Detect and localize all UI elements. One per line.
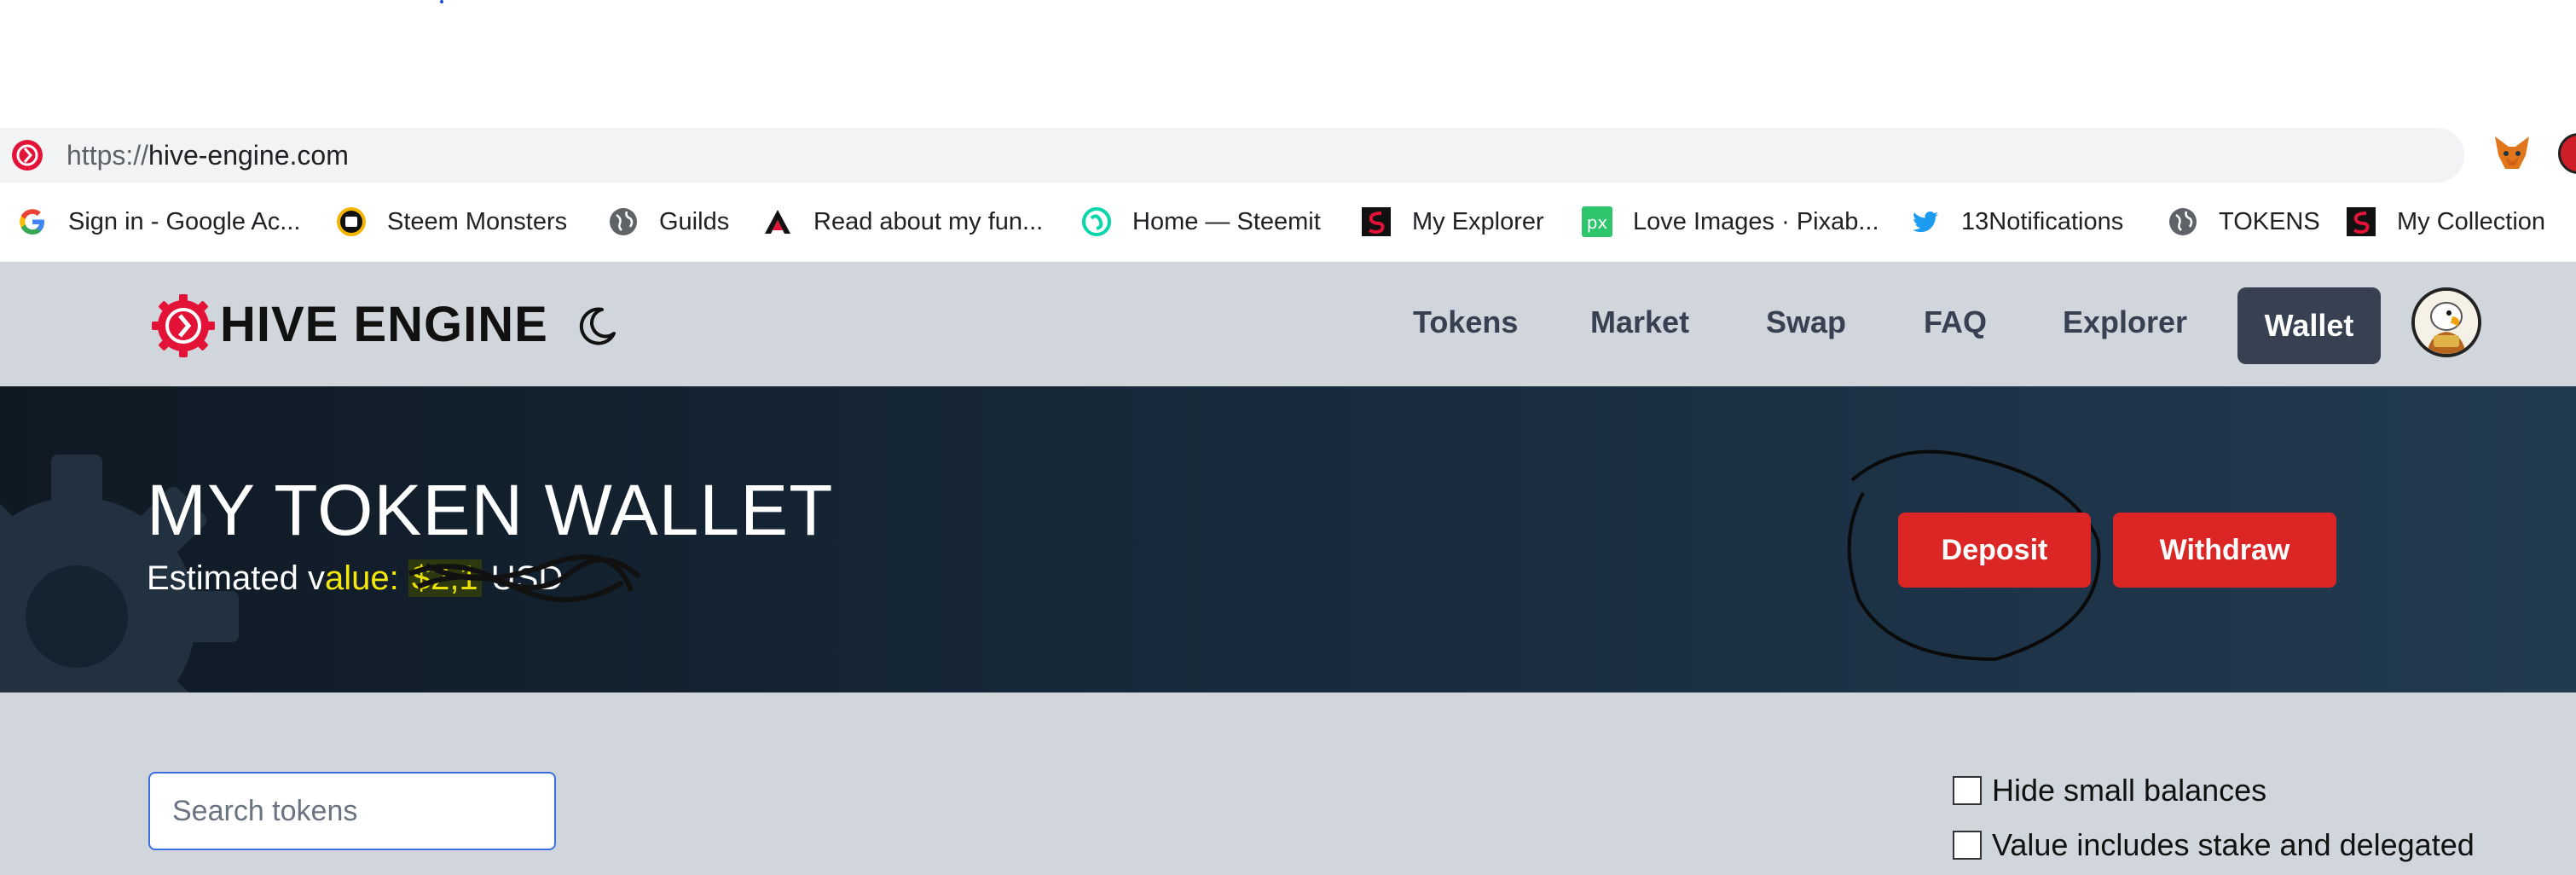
nav-market[interactable]: Market: [1590, 301, 1689, 344]
url-protocol: https://: [67, 140, 149, 171]
user-avatar[interactable]: [2411, 287, 2481, 357]
svg-text:px: px: [1587, 212, 1608, 233]
bookmark-label: Love Images · Pixab...: [1633, 207, 1879, 235]
estimated-label-highlight: alue:: [324, 559, 408, 597]
bookmark-label: My Explorer: [1412, 207, 1544, 235]
twitter-icon: [1913, 212, 1938, 233]
bookmark-pixabay[interactable]: px Love Images · Pixab...: [1582, 198, 1879, 246]
bookmark-tokens[interactable]: TOKENS: [2168, 198, 2320, 246]
site-header: HIVE ENGINE Tokens Market Swap FAQ Explo…: [0, 262, 2576, 386]
steem-monsters-icon: [337, 207, 366, 236]
bookmark-my-collection[interactable]: My Collection: [2346, 198, 2545, 246]
value-includes-stake-row[interactable]: Value includes stake and delegated: [1953, 827, 2475, 863]
bookmarks-bar: Sign in - Google Ac... Steem Monsters Gu…: [0, 198, 2576, 246]
bookmark-label: Home — Steemit: [1132, 207, 1321, 235]
wallet-hero: MY TOKEN WALLET Estimated value: $2,1 US…: [0, 386, 2576, 692]
hide-small-balances-label: Hide small balances: [1992, 773, 2267, 808]
site-favicon-icon: [12, 140, 43, 171]
bookmark-read-about[interactable]: Read about my fun...: [762, 198, 1043, 246]
wallet-content: Hide small balances Value includes stake…: [0, 692, 2576, 875]
hive-engine-logo-icon[interactable]: [150, 293, 217, 359]
nav-swap[interactable]: Swap: [1766, 301, 1846, 344]
url-host: hive-engine.com: [148, 140, 349, 171]
bookmark-label: 13Notifications: [1961, 207, 2124, 235]
dark-mode-moon-icon[interactable]: [576, 304, 619, 347]
bookmark-label: Steem Monsters: [387, 207, 568, 235]
withdraw-button[interactable]: Withdraw: [2113, 513, 2336, 588]
triangle-logo-icon: [765, 210, 790, 234]
estimated-label: Estimated v: [147, 559, 325, 597]
search-tokens-input[interactable]: [148, 772, 556, 850]
globe-icon: [610, 208, 637, 235]
eagle-avatar-icon: [2415, 291, 2478, 354]
nav-faq[interactable]: FAQ: [1924, 301, 1987, 344]
address-bar[interactable]: https://hive-engine.com: [0, 128, 2464, 183]
brand-wordmark[interactable]: HIVE ENGINE: [220, 294, 548, 356]
nav-tokens[interactable]: Tokens: [1413, 301, 1518, 344]
value-includes-stake-checkbox[interactable]: [1953, 831, 1982, 860]
extension-icon[interactable]: [2558, 133, 2576, 174]
bookmark-label: TOKENS: [2219, 207, 2320, 235]
redaction-scribble: [408, 554, 642, 603]
steem-red-icon: [2347, 207, 2376, 236]
bookmark-notifications[interactable]: 13Notifications: [1910, 198, 2123, 246]
hide-small-balances-checkbox[interactable]: [1953, 776, 1982, 805]
pixabay-icon: px: [1582, 206, 1612, 237]
google-icon: [20, 209, 44, 235]
bookmark-label: Guilds: [659, 207, 730, 235]
deposit-button[interactable]: Deposit: [1898, 513, 2091, 588]
nav-wallet[interactable]: Wallet: [2237, 287, 2381, 364]
bookmark-google[interactable]: Sign in - Google Ac...: [17, 198, 300, 246]
bookmark-label: Sign in - Google Ac...: [68, 207, 301, 235]
bookmark-steemit[interactable]: Home — Steemit: [1081, 198, 1321, 246]
bookmark-label: Read about my fun...: [813, 207, 1044, 235]
bookmark-steem-monsters[interactable]: Steem Monsters: [336, 198, 567, 246]
nav-explorer[interactable]: Explorer: [2063, 301, 2187, 344]
bookmark-guilds[interactable]: Guilds: [608, 198, 729, 246]
steemit-icon: [1082, 207, 1111, 236]
globe-icon: [2169, 208, 2197, 235]
steem-red-icon: [1362, 207, 1391, 236]
url-text[interactable]: https://hive-engine.com: [67, 138, 349, 172]
bookmark-my-explorer[interactable]: My Explorer: [1361, 198, 1544, 246]
page-fragment: [440, 0, 443, 3]
bookmark-label: My Collection: [2397, 207, 2546, 235]
browser-top-strip: [0, 0, 2576, 128]
metamask-fox-icon[interactable]: [2490, 131, 2534, 176]
value-includes-stake-label: Value includes stake and delegated: [1992, 827, 2475, 862]
hide-small-balances-row[interactable]: Hide small balances: [1953, 773, 2266, 808]
